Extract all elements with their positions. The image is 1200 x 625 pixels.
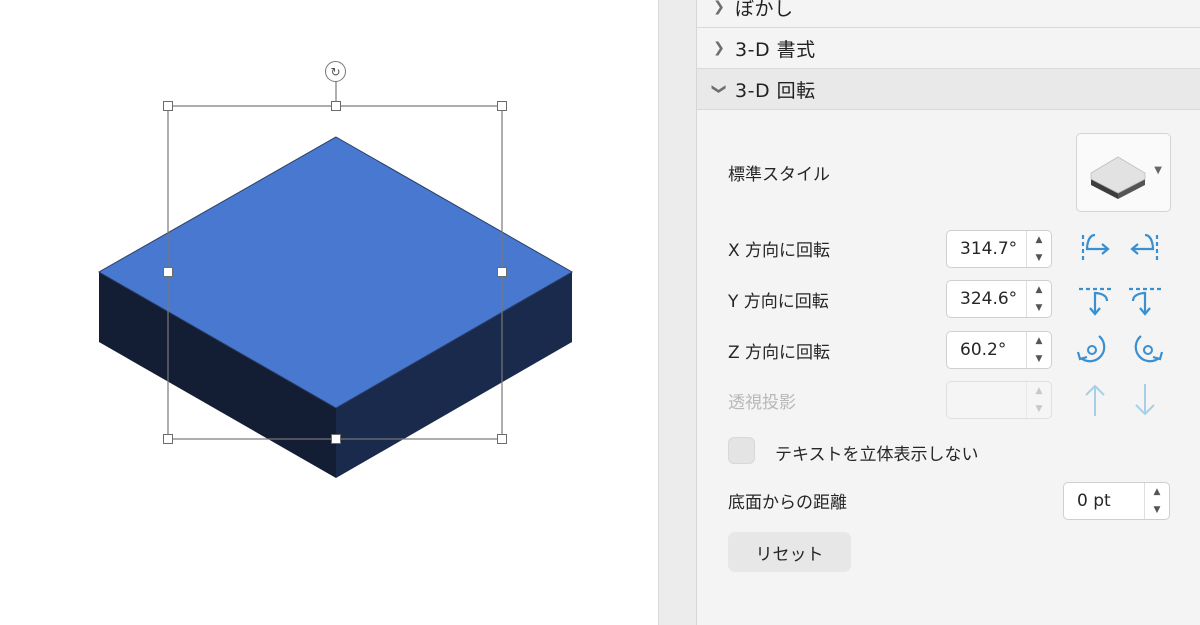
preset-label: 標準スタイル bbox=[728, 165, 830, 185]
rotate-z-cw-icon bbox=[1134, 335, 1164, 363]
increment-icon[interactable]: ▲ bbox=[1027, 332, 1051, 350]
x-rotation-stepper[interactable]: 314.7° ▲ ▼ bbox=[946, 230, 1052, 268]
stepper-arrows: ▲ ▼ bbox=[1144, 483, 1169, 519]
decrement-icon: ▼ bbox=[1035, 404, 1043, 414]
perspective-increase-button bbox=[1075, 380, 1115, 420]
decrement-icon[interactable]: ▼ bbox=[1027, 350, 1051, 368]
rotate-z-ccw-icon bbox=[1076, 335, 1106, 363]
decrement-icon[interactable]: ▼ bbox=[1145, 501, 1169, 519]
rotate-down-y-button[interactable] bbox=[1125, 279, 1165, 319]
resize-handle-bottom[interactable] bbox=[331, 434, 341, 444]
rotate-ccw-z-button[interactable] bbox=[1075, 330, 1115, 370]
format-panel: ❯ ぼかし ❯ 3-D 書式 ❯ 3-D 回転 標準スタイル ▼ X 方向に回転… bbox=[696, 0, 1200, 625]
keep-text-flat-checkbox[interactable] bbox=[728, 437, 755, 464]
shape-3d-preview[interactable] bbox=[0, 0, 658, 625]
increment-icon[interactable]: ▲ bbox=[1027, 231, 1051, 249]
resize-handle-top-right[interactable] bbox=[497, 101, 507, 111]
section-title: 3-D 書式 bbox=[735, 38, 816, 61]
stepper-arrows: ▲ ▼ bbox=[1026, 382, 1051, 418]
rotate-left-x-button[interactable] bbox=[1075, 229, 1115, 269]
rotate-icon: ↻ bbox=[330, 64, 341, 79]
perspective-stepper: ▲ ▼ bbox=[946, 381, 1052, 419]
stepper-arrows: ▲ ▼ bbox=[1026, 231, 1051, 267]
section-title: 3-D 回転 bbox=[735, 79, 816, 102]
rotate-up-y-button[interactable] bbox=[1075, 279, 1115, 319]
rotate-x-right-icon bbox=[1130, 233, 1159, 263]
perspective-decrease-button bbox=[1125, 380, 1165, 420]
arrow-up-icon bbox=[1085, 384, 1105, 416]
decrement-icon[interactable]: ▼ bbox=[1027, 299, 1051, 317]
rotate-right-x-button[interactable] bbox=[1125, 229, 1165, 269]
slide-canvas[interactable]: ↻ bbox=[0, 0, 658, 625]
x-rotation-value[interactable]: 314.7° bbox=[960, 231, 1017, 267]
distance-value[interactable]: 0 pt bbox=[1077, 483, 1111, 519]
distance-stepper[interactable]: 0 pt ▲ ▼ bbox=[1063, 482, 1170, 520]
z-rotation-value[interactable]: 60.2° bbox=[960, 332, 1006, 368]
rotate-handle[interactable]: ↻ bbox=[325, 61, 346, 82]
reset-button[interactable]: リセット bbox=[728, 532, 851, 572]
rotate-y-down-icon bbox=[1129, 287, 1161, 316]
x-rotation-label: X 方向に回転 bbox=[728, 241, 831, 261]
stepper-arrows: ▲ ▼ bbox=[1026, 281, 1051, 317]
section-3d-rotation[interactable]: ❯ 3-D 回転 bbox=[697, 69, 1200, 110]
increment-icon[interactable]: ▲ bbox=[1027, 281, 1051, 299]
preset-shape-icon bbox=[1090, 156, 1146, 199]
preset-dropdown[interactable]: ▼ bbox=[1076, 133, 1171, 212]
chevron-right-icon: ❯ bbox=[713, 0, 725, 15]
z-rotation-label: Z 方向に回転 bbox=[728, 343, 831, 363]
stepper-arrows: ▲ ▼ bbox=[1026, 332, 1051, 368]
y-rotation-label: Y 方向に回転 bbox=[728, 292, 829, 312]
rotate-y-up-icon bbox=[1079, 287, 1111, 316]
distance-label: 底面からの距離 bbox=[728, 493, 847, 513]
y-rotation-stepper[interactable]: 324.6° ▲ ▼ bbox=[946, 280, 1052, 318]
resize-handle-bottom-right[interactable] bbox=[497, 434, 507, 444]
chevron-down-icon: ❯ bbox=[711, 83, 727, 95]
increment-icon: ▲ bbox=[1035, 386, 1043, 396]
rotate-x-left-icon bbox=[1081, 233, 1110, 263]
perspective-label: 透視投影 bbox=[728, 393, 796, 413]
resize-handle-left[interactable] bbox=[163, 267, 173, 277]
increment-icon[interactable]: ▲ bbox=[1145, 483, 1169, 501]
resize-handle-bottom-left[interactable] bbox=[163, 434, 173, 444]
y-rotation-value[interactable]: 324.6° bbox=[960, 281, 1017, 317]
section-title: ぼかし bbox=[735, 0, 794, 20]
resize-handle-top[interactable] bbox=[331, 101, 341, 111]
resize-handle-top-left[interactable] bbox=[163, 101, 173, 111]
arrow-down-icon bbox=[1135, 384, 1155, 416]
decrement-icon[interactable]: ▼ bbox=[1027, 249, 1051, 267]
rotate-cw-z-button[interactable] bbox=[1125, 330, 1165, 370]
section-3d-format[interactable]: ❯ 3-D 書式 bbox=[697, 28, 1200, 69]
panel-gutter bbox=[658, 0, 696, 625]
chevron-right-icon: ❯ bbox=[713, 40, 725, 56]
dropdown-caret-icon: ▼ bbox=[1154, 165, 1162, 176]
keep-text-flat-label: テキストを立体表示しない bbox=[775, 445, 979, 465]
z-rotation-stepper[interactable]: 60.2° ▲ ▼ bbox=[946, 331, 1052, 369]
section-blur[interactable]: ❯ ぼかし bbox=[697, 0, 1200, 28]
resize-handle-right[interactable] bbox=[497, 267, 507, 277]
